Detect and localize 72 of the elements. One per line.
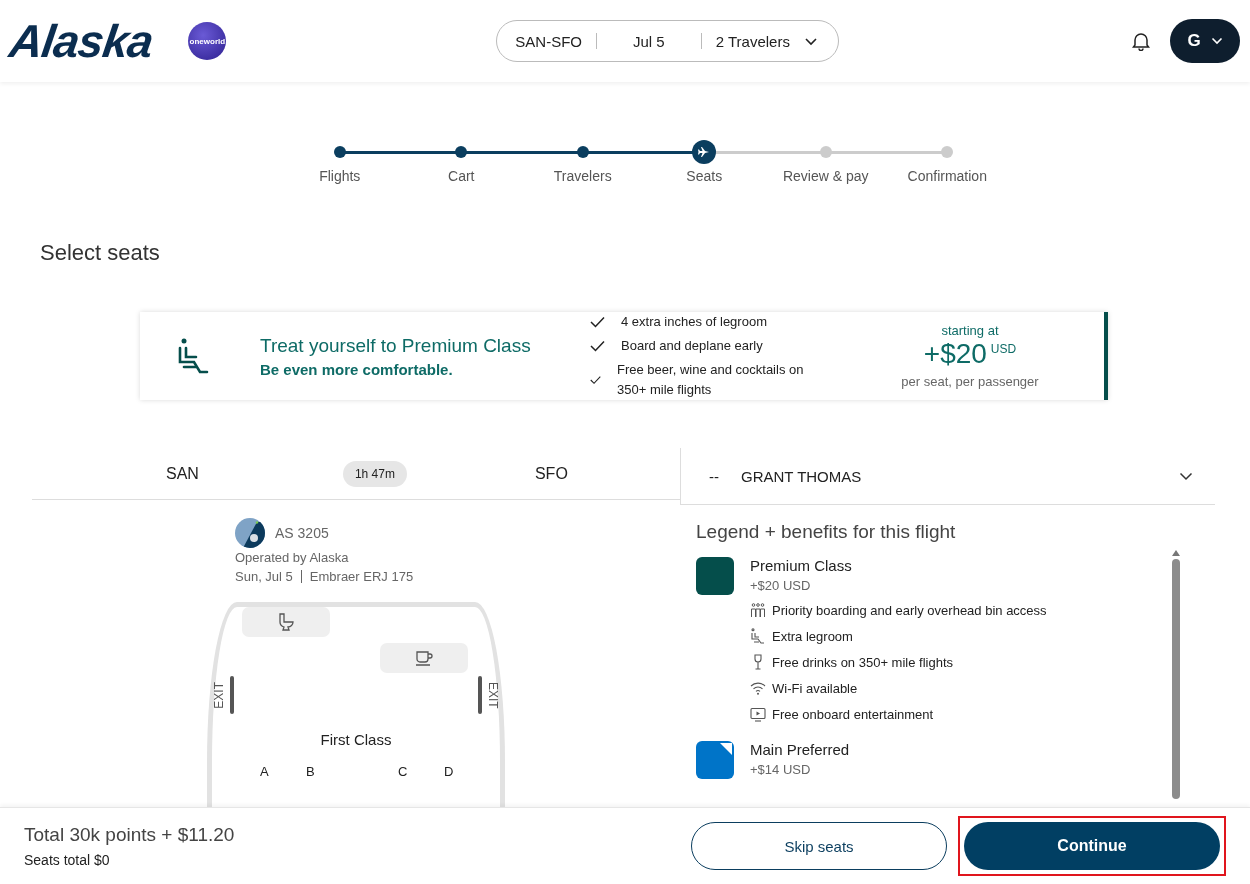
seat-type-price: +$20 USD <box>750 578 812 593</box>
skip-seats-button[interactable]: Skip seats <box>691 822 947 870</box>
price-note: per seat, per passenger <box>901 374 1039 389</box>
cabin-title: First Class <box>320 731 392 748</box>
oneworld-logo: oneworld <box>188 22 227 60</box>
flight-number: AS 3205 <box>275 525 329 541</box>
scroll-up-arrow-icon[interactable] <box>1171 549 1181 557</box>
benefit-text: Board and deplane early <box>621 337 763 355</box>
passenger-seat: -- <box>709 467 741 485</box>
total-price: Total 30k points + $11.20 <box>24 824 236 846</box>
video-screen-icon <box>750 706 766 722</box>
scrollbar[interactable] <box>1171 549 1181 799</box>
exit-door <box>230 676 234 714</box>
chevron-down-icon <box>803 36 818 46</box>
check-icon <box>590 340 605 352</box>
seat-type-price: +$14 USD <box>750 762 812 777</box>
exit-label: EXIT <box>212 681 226 709</box>
passenger-name: GRANT THOMAS <box>741 467 863 485</box>
seat-type-name: Premium Class <box>750 557 853 574</box>
operator-text: Operated by Alaska <box>235 550 350 565</box>
benefit-text: Free beer, wine and cocktails on 350+ mile flights <box>617 361 805 399</box>
check-icon <box>590 374 602 386</box>
seat-column-letter: A <box>260 764 270 779</box>
seats-total: Seats total $0 <box>24 852 111 868</box>
exit-door <box>478 676 482 714</box>
airline-tail-icon <box>235 518 265 548</box>
seat-column-letter: C <box>398 764 409 779</box>
wifi-icon <box>750 680 766 696</box>
aircraft-type: Embraer ERJ 175 <box>309 569 414 584</box>
seat-icon <box>750 628 766 644</box>
trip-route: SAN-SFO <box>514 32 584 50</box>
benefit-text: Free drinks on 350+ mile flights <box>772 654 953 670</box>
seat-type-name: Main Preferred <box>750 741 850 758</box>
duration-pill: 1h 47m <box>342 460 407 487</box>
benefit-text: 4 extra inches of legroom <box>621 313 767 331</box>
legend-title: Legend + benefits for this flight <box>696 521 957 543</box>
seat-column-letter: D <box>444 764 455 779</box>
benefit-text: Wi-Fi available <box>772 680 858 696</box>
step-label: Travelers <box>553 168 612 184</box>
passenger-selector[interactable]: -- GRANT THOMAS <box>680 448 1215 505</box>
chevron-down-icon <box>1179 471 1193 481</box>
alaska-logo[interactable]: Alaska <box>6 14 157 68</box>
step-label: Review & pay <box>782 168 869 184</box>
step-label: Flights <box>319 168 361 184</box>
origin-airport: SAN <box>166 464 199 483</box>
step-label: Cart <box>448 168 475 184</box>
destination-airport: SFO <box>534 464 568 483</box>
step-label: Seats <box>686 168 723 184</box>
flight-date: Sun, Jul 5 <box>235 569 293 584</box>
seat-column-letter: B <box>306 764 316 779</box>
promo-title: Treat yourself to Premium Class <box>260 334 532 357</box>
seat-icon <box>176 337 210 375</box>
account-menu-button[interactable]: G <box>1170 19 1240 63</box>
price-amount: +$20 <box>923 338 987 370</box>
benefit-text: Extra legroom <box>772 628 853 644</box>
check-icon <box>590 316 605 328</box>
promo-subtitle: Be even more comfortable. <box>260 360 454 378</box>
price-caption: starting at <box>941 323 999 338</box>
trip-travelers: 2 Travelers <box>714 32 791 50</box>
notification-bell-icon[interactable] <box>1132 31 1150 51</box>
price-currency: USD <box>990 342 1017 356</box>
trip-date: Jul 5 <box>632 32 666 50</box>
continue-button[interactable]: Continue <box>964 822 1220 870</box>
toilet-icon <box>277 613 295 631</box>
benefit-text: Priority boarding and early overhead bin access <box>772 602 1047 618</box>
benefit-text: Free onboard entertainment <box>772 706 934 722</box>
step-label: Confirmation <box>907 168 987 184</box>
people-group-icon <box>750 602 766 618</box>
exit-label: EXIT <box>486 681 500 709</box>
page-title: Select seats <box>40 240 161 266</box>
chevron-down-icon <box>1210 37 1223 45</box>
coffee-cup-icon <box>415 650 433 666</box>
